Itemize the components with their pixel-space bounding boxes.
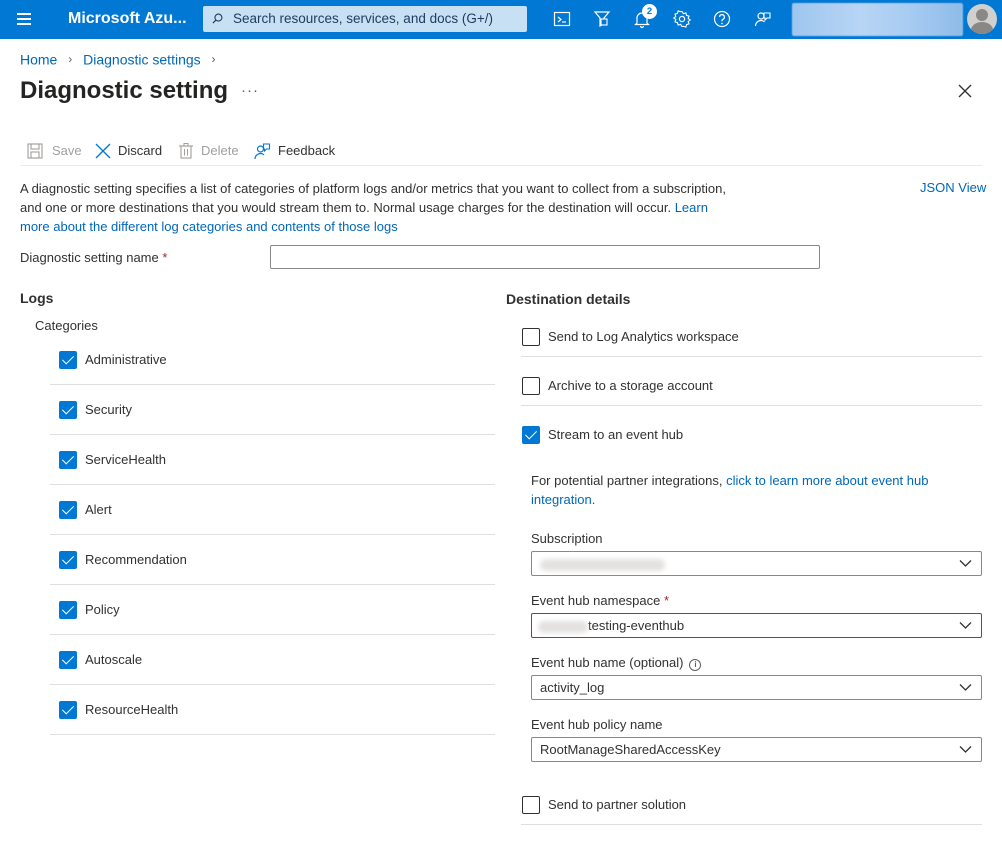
category-checkbox[interactable] bbox=[59, 651, 77, 669]
policy-label: Event hub policy name bbox=[531, 717, 663, 732]
namespace-value: testing-eventhub bbox=[588, 618, 685, 633]
category-autoscale[interactable]: Autoscale bbox=[50, 635, 495, 685]
chevron-down-icon bbox=[959, 560, 972, 567]
dest-partner-solution[interactable]: Send to partner solution bbox=[521, 784, 982, 825]
log-analytics-checkbox[interactable] bbox=[522, 328, 540, 346]
chevron-down-icon bbox=[959, 622, 972, 629]
discard-icon bbox=[95, 143, 111, 159]
account-info[interactable] bbox=[792, 3, 963, 36]
top-bar: Microsoft Azu... Search resources, servi… bbox=[0, 0, 1002, 39]
description: A diagnostic setting specifies a list of… bbox=[20, 179, 740, 236]
directory-filter-icon[interactable] bbox=[592, 9, 614, 31]
feedback-button[interactable]: Feedback bbox=[253, 140, 338, 162]
hub-name-dropdown[interactable]: activity_log bbox=[531, 675, 982, 700]
category-resourcehealth[interactable]: ResourceHealth bbox=[50, 685, 495, 735]
delete-button[interactable]: Delete bbox=[177, 140, 242, 162]
notification-count-badge: 2 bbox=[642, 4, 657, 19]
category-administrative[interactable]: Administrative bbox=[50, 335, 495, 385]
settings-icon[interactable] bbox=[672, 9, 694, 31]
feedback-icon[interactable] bbox=[752, 9, 774, 31]
namespace-label: Event hub namespace * bbox=[531, 593, 670, 608]
save-label: Save bbox=[52, 143, 82, 158]
hub-name-value: activity_log bbox=[540, 680, 605, 695]
category-checkbox[interactable] bbox=[59, 551, 77, 569]
category-policy[interactable]: Policy bbox=[50, 585, 495, 635]
category-checkbox[interactable] bbox=[59, 401, 77, 419]
hamburger-menu-icon[interactable] bbox=[17, 13, 31, 25]
dest-log-analytics[interactable]: Send to Log Analytics workspace bbox=[521, 315, 982, 357]
category-checkbox[interactable] bbox=[59, 351, 77, 369]
search-icon bbox=[212, 13, 223, 24]
category-servicehealth[interactable]: ServiceHealth bbox=[50, 435, 495, 485]
json-view-link[interactable]: JSON View bbox=[920, 180, 986, 195]
help-icon[interactable] bbox=[712, 9, 734, 31]
description-text: A diagnostic setting specifies a list of… bbox=[20, 181, 726, 215]
avatar[interactable] bbox=[967, 4, 997, 34]
logs-section-title: Logs bbox=[20, 290, 54, 306]
category-alert[interactable]: Alert bbox=[50, 485, 495, 535]
category-security[interactable]: Security bbox=[50, 385, 495, 435]
chevron-down-icon bbox=[959, 684, 972, 691]
category-checkbox[interactable] bbox=[59, 701, 77, 719]
cloud-shell-icon[interactable] bbox=[552, 9, 574, 31]
subscription-dropdown[interactable] bbox=[531, 551, 982, 576]
setting-name-label: Diagnostic setting name * bbox=[20, 250, 168, 265]
chevron-right-icon: › bbox=[211, 52, 216, 67]
more-options-icon[interactable]: ··· bbox=[241, 82, 259, 99]
save-icon bbox=[27, 143, 43, 159]
namespace-dropdown[interactable]: testing-eventhub bbox=[531, 613, 982, 638]
category-checkbox[interactable] bbox=[59, 601, 77, 619]
feedback-label: Feedback bbox=[278, 143, 336, 158]
policy-value: RootManageSharedAccessKey bbox=[540, 742, 721, 757]
dest-storage-account[interactable]: Archive to a storage account bbox=[521, 357, 982, 406]
chevron-down-icon bbox=[959, 746, 972, 753]
category-checkbox[interactable] bbox=[59, 451, 77, 469]
required-marker: * bbox=[162, 250, 168, 265]
breadcrumb-home[interactable]: Home bbox=[20, 51, 57, 67]
storage-account-checkbox[interactable] bbox=[522, 377, 540, 395]
discard-button[interactable]: Discard bbox=[94, 140, 164, 162]
portal-brand[interactable]: Microsoft Azu... bbox=[68, 10, 187, 28]
delete-label: Delete bbox=[201, 143, 239, 158]
save-button[interactable]: Save bbox=[26, 140, 86, 162]
namespace-prefix-redacted bbox=[538, 620, 588, 633]
search-placeholder: Search resources, services, and docs (G+… bbox=[233, 11, 493, 26]
required-marker: * bbox=[664, 593, 670, 608]
category-recommendation[interactable]: Recommendation bbox=[50, 535, 495, 585]
feedback-icon bbox=[254, 143, 271, 160]
breadcrumb: Home › Diagnostic settings › bbox=[20, 50, 223, 67]
policy-dropdown[interactable]: RootManageSharedAccessKey bbox=[531, 737, 982, 762]
setting-name-input[interactable] bbox=[270, 245, 820, 269]
chevron-right-icon: › bbox=[68, 52, 73, 67]
partner-integration-note: For potential partner integrations, clic… bbox=[531, 473, 929, 507]
breadcrumb-diagnostic-settings[interactable]: Diagnostic settings bbox=[83, 51, 201, 67]
command-bar: Save Discard Delete Feedback bbox=[20, 137, 982, 166]
subscription-label: Subscription bbox=[531, 531, 603, 546]
event-hub-checkbox[interactable] bbox=[522, 426, 540, 444]
discard-label: Discard bbox=[118, 143, 163, 158]
dest-event-hub[interactable]: Stream to an event hub bbox=[521, 406, 982, 456]
page-title: Diagnostic setting bbox=[20, 77, 229, 104]
delete-icon bbox=[179, 143, 193, 159]
category-checkbox[interactable] bbox=[59, 501, 77, 519]
close-icon[interactable] bbox=[957, 83, 973, 99]
global-search-input[interactable]: Search resources, services, and docs (G+… bbox=[203, 6, 527, 32]
categories-label: Categories bbox=[35, 318, 98, 333]
hub-name-label: Event hub name (optional) i bbox=[531, 655, 702, 671]
subscription-value-redacted bbox=[540, 558, 665, 571]
partner-solution-checkbox[interactable] bbox=[522, 796, 540, 814]
info-icon[interactable]: i bbox=[689, 659, 702, 671]
destination-section-title: Destination details bbox=[506, 291, 631, 307]
